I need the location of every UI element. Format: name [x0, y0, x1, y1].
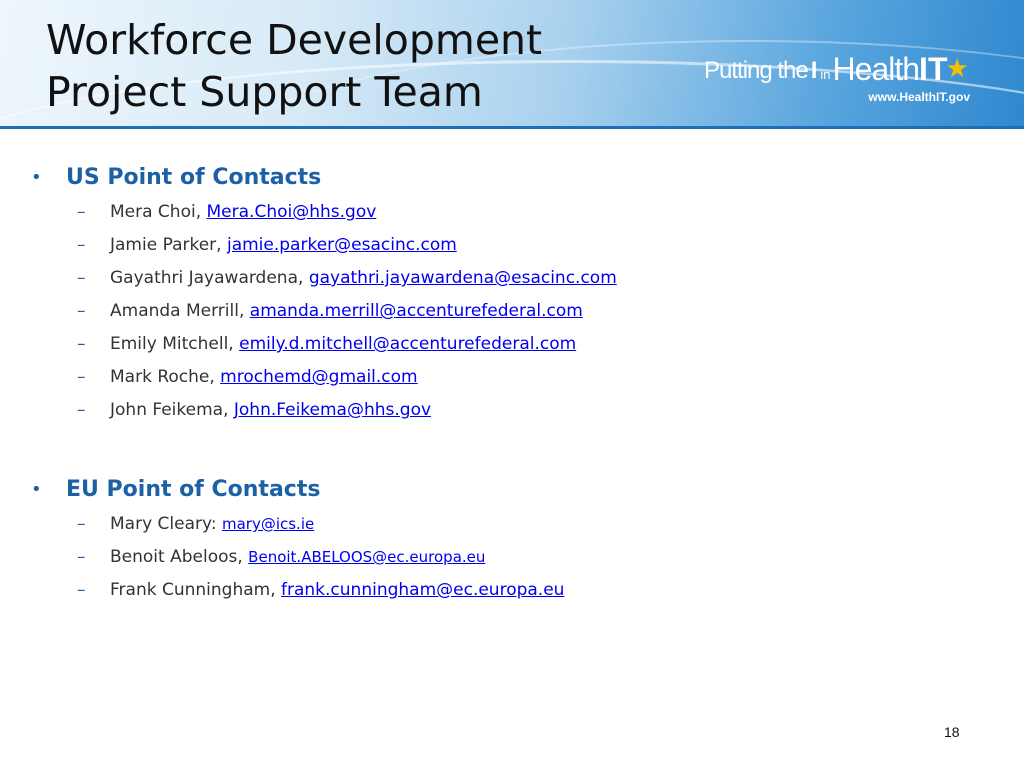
contact-item: – Emily Mitchell, emily.d.mitchell@accen…	[0, 331, 1024, 364]
section-heading: US Point of Contacts	[66, 165, 322, 190]
dash-icon: –	[77, 235, 86, 255]
contact-name: Mera Choi,	[110, 202, 202, 222]
contact-item: – Frank Cunningham, frank.cunningham@ec.…	[0, 577, 1024, 610]
contact-item: – John Feikema, John.Feikema@hhs.gov	[0, 397, 1024, 430]
bullet-item: • US Point of Contacts	[0, 165, 1024, 199]
contact-name: Frank Cunningham,	[110, 580, 276, 600]
section-heading: EU Point of Contacts	[66, 477, 321, 502]
contact-name: Emily Mitchell,	[110, 334, 234, 354]
contact-name: Jamie Parker,	[110, 235, 222, 255]
contact-name: Gayathri Jayawardena,	[110, 268, 304, 288]
dash-icon: –	[77, 400, 86, 420]
contact-name: Benoit Abeloos,	[110, 547, 243, 567]
bullet-item: • EU Point of Contacts	[0, 477, 1024, 511]
contact-item: – Mary Cleary: mary@ics.ie	[0, 511, 1024, 544]
contact-item: – Amanda Merrill, amanda.merrill@accentu…	[0, 298, 1024, 331]
contact-name: Amanda Merrill,	[110, 301, 245, 321]
contact-item: – Mera Choi, Mera.Choi@hhs.gov	[0, 199, 1024, 232]
contact-email-link[interactable]: emily.d.mitchell@accenturefederal.com	[239, 334, 576, 354]
contact-email-link[interactable]: mary@ics.ie	[222, 515, 314, 533]
contact-name: Mary Cleary:	[110, 514, 217, 534]
dash-icon: –	[77, 334, 86, 354]
us-contacts-section: • US Point of Contacts – Mera Choi, Mera…	[0, 165, 1024, 430]
contact-email-link[interactable]: frank.cunningham@ec.europa.eu	[281, 580, 564, 600]
page-number: 18	[944, 724, 960, 740]
contact-item: – Mark Roche, mrochemd@gmail.com	[0, 364, 1024, 397]
contact-name: Mark Roche,	[110, 367, 215, 387]
contact-name: John Feikema,	[110, 400, 229, 420]
dash-icon: –	[77, 547, 86, 567]
bullet-icon: •	[31, 479, 42, 500]
eu-contacts-section: • EU Point of Contacts – Mary Cleary: ma…	[0, 477, 1024, 610]
contact-email-link[interactable]: Mera.Choi@hhs.gov	[207, 202, 377, 222]
contact-item: – Gayathri Jayawardena, gayathri.jayawar…	[0, 265, 1024, 298]
dash-icon: –	[77, 580, 86, 600]
contact-item: – Jamie Parker, jamie.parker@esacinc.com	[0, 232, 1024, 265]
contact-email-link[interactable]: Benoit.ABELOOS@ec.europa.eu	[248, 548, 485, 566]
contact-item: – Benoit Abeloos, Benoit.ABELOOS@ec.euro…	[0, 544, 1024, 577]
dash-icon: –	[77, 514, 86, 534]
bullet-icon: •	[31, 167, 42, 188]
dash-icon: –	[77, 268, 86, 288]
contact-email-link[interactable]: mrochemd@gmail.com	[220, 367, 417, 387]
dash-icon: –	[77, 202, 86, 222]
dash-icon: –	[77, 301, 86, 321]
dash-icon: –	[77, 367, 86, 387]
contact-email-link[interactable]: jamie.parker@esacinc.com	[227, 235, 457, 255]
slide-body: • US Point of Contacts – Mera Choi, Mera…	[0, 0, 1024, 768]
contact-email-link[interactable]: gayathri.jayawardena@esacinc.com	[309, 268, 617, 288]
contact-email-link[interactable]: John.Feikema@hhs.gov	[234, 400, 431, 420]
contact-email-link[interactable]: amanda.merrill@accenturefederal.com	[250, 301, 583, 321]
